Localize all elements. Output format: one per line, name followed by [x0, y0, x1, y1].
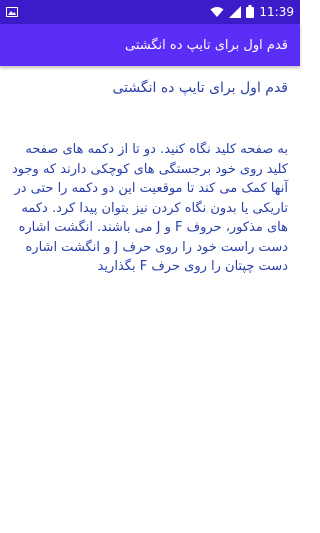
- lesson-body: به صفحه کلید نگاه کنید. دو تا از دکمه ها…: [12, 142, 288, 274]
- status-left: [6, 3, 18, 22]
- image-icon: [6, 3, 18, 22]
- signal-icon: [229, 3, 242, 22]
- app-bar: قدم اول برای تایپ ده انگشتی: [0, 24, 300, 66]
- battery-icon: [246, 3, 255, 22]
- app-title: قدم اول برای تایپ ده انگشتی: [125, 37, 288, 53]
- status-time: 11:39: [259, 5, 294, 19]
- lesson-heading: قدم اول برای تایپ ده انگشتی: [112, 80, 288, 96]
- status-bar: 11:39: [0, 0, 300, 24]
- status-right: 11:39: [210, 3, 294, 22]
- content-area: قدم اول برای تایپ ده انگشتی به صفحه کلید…: [0, 66, 300, 533]
- wifi-icon: [210, 3, 224, 22]
